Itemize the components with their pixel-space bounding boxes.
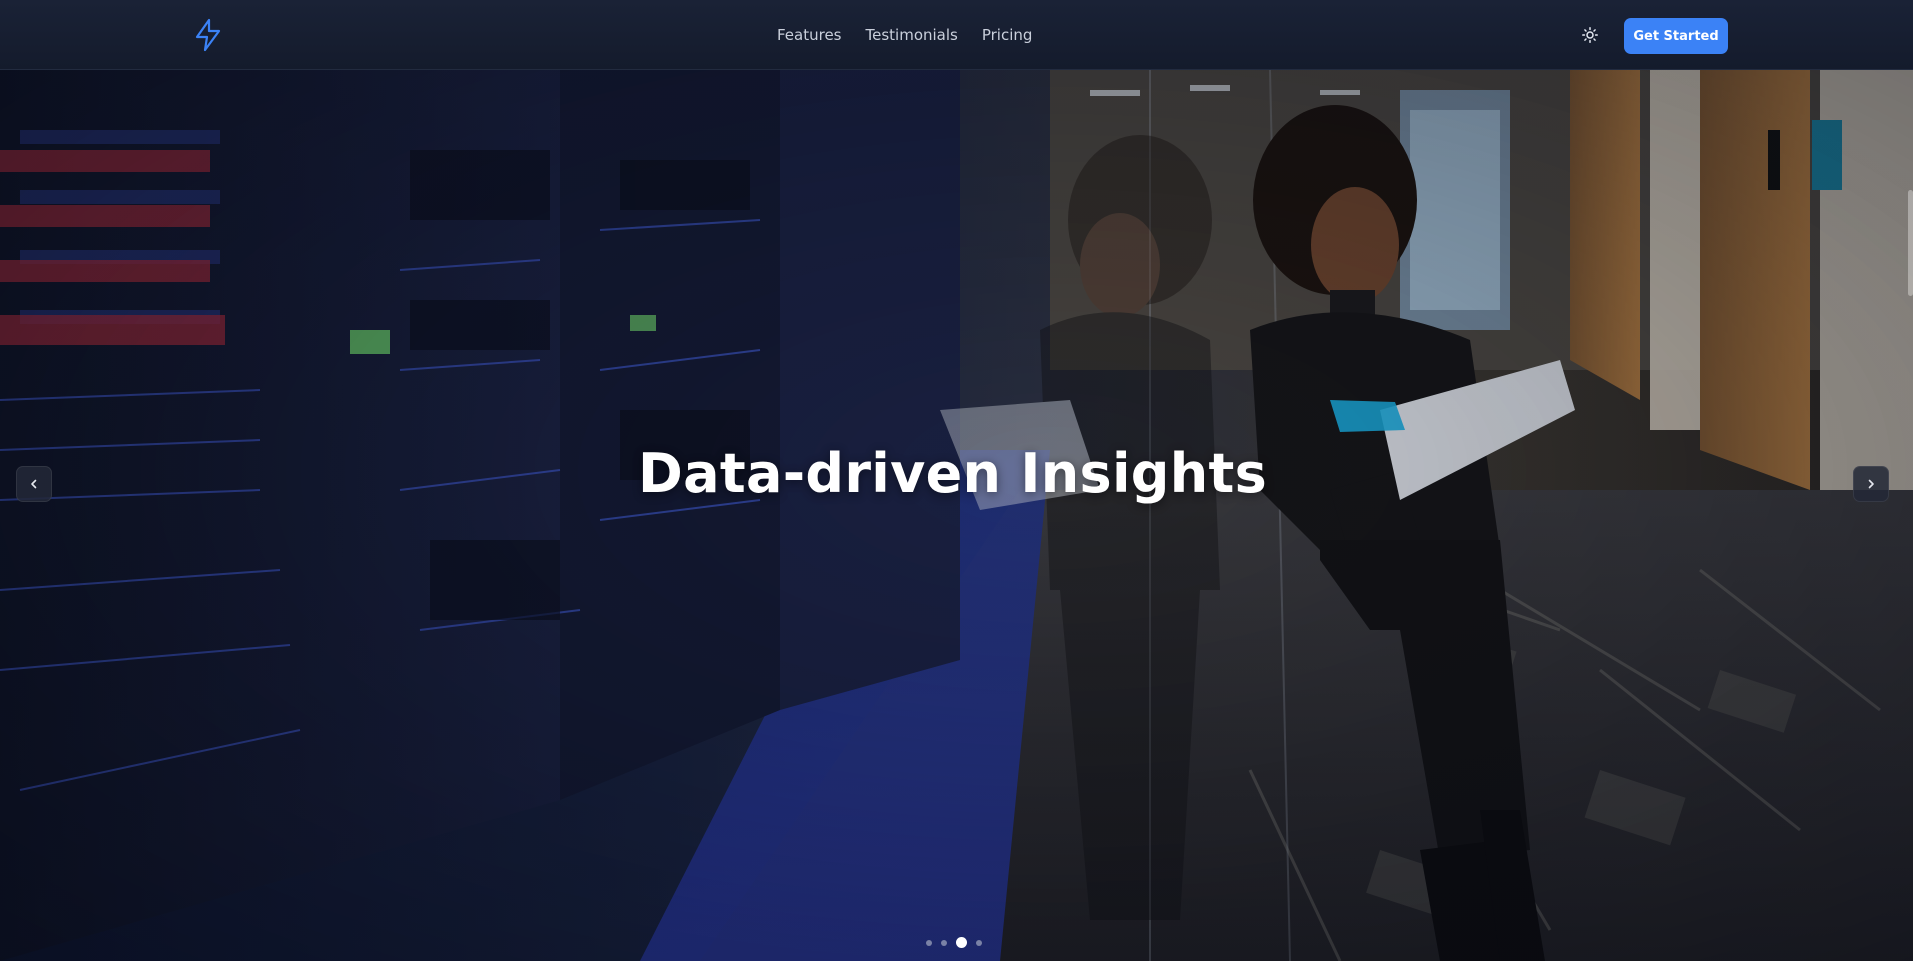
- carousel-dot[interactable]: [956, 937, 967, 948]
- chevron-left-icon: [31, 479, 37, 489]
- lightning-bolt-icon[interactable]: [192, 18, 224, 52]
- nav-link-testimonials[interactable]: Testimonials: [866, 26, 958, 44]
- nav-link-features[interactable]: Features: [777, 26, 842, 44]
- carousel-dot[interactable]: [941, 939, 947, 946]
- nav-link-pricing[interactable]: Pricing: [982, 26, 1033, 44]
- hero-title: Data-driven Insights: [637, 442, 1268, 505]
- hero-overlay: [0, 70, 1913, 961]
- sun-icon[interactable]: [1579, 24, 1601, 46]
- carousel-dots: [926, 937, 982, 948]
- page-scrollbar[interactable]: [1908, 190, 1913, 296]
- carousel-dot[interactable]: [926, 939, 932, 946]
- navbar: Features Testimonials Pricing Get Starte…: [0, 0, 1913, 70]
- carousel-dot[interactable]: [976, 939, 982, 946]
- get-started-button[interactable]: Get Started: [1624, 18, 1728, 54]
- carousel-prev-button[interactable]: [16, 466, 52, 502]
- carousel-next-button[interactable]: [1853, 466, 1889, 502]
- chevron-right-icon: [1868, 479, 1874, 489]
- nav-links: Features Testimonials Pricing: [777, 26, 1032, 44]
- hero-carousel: Data-driven Insights: [0, 70, 1913, 961]
- landing-page: Features Testimonials Pricing Get Starte…: [0, 0, 1913, 961]
